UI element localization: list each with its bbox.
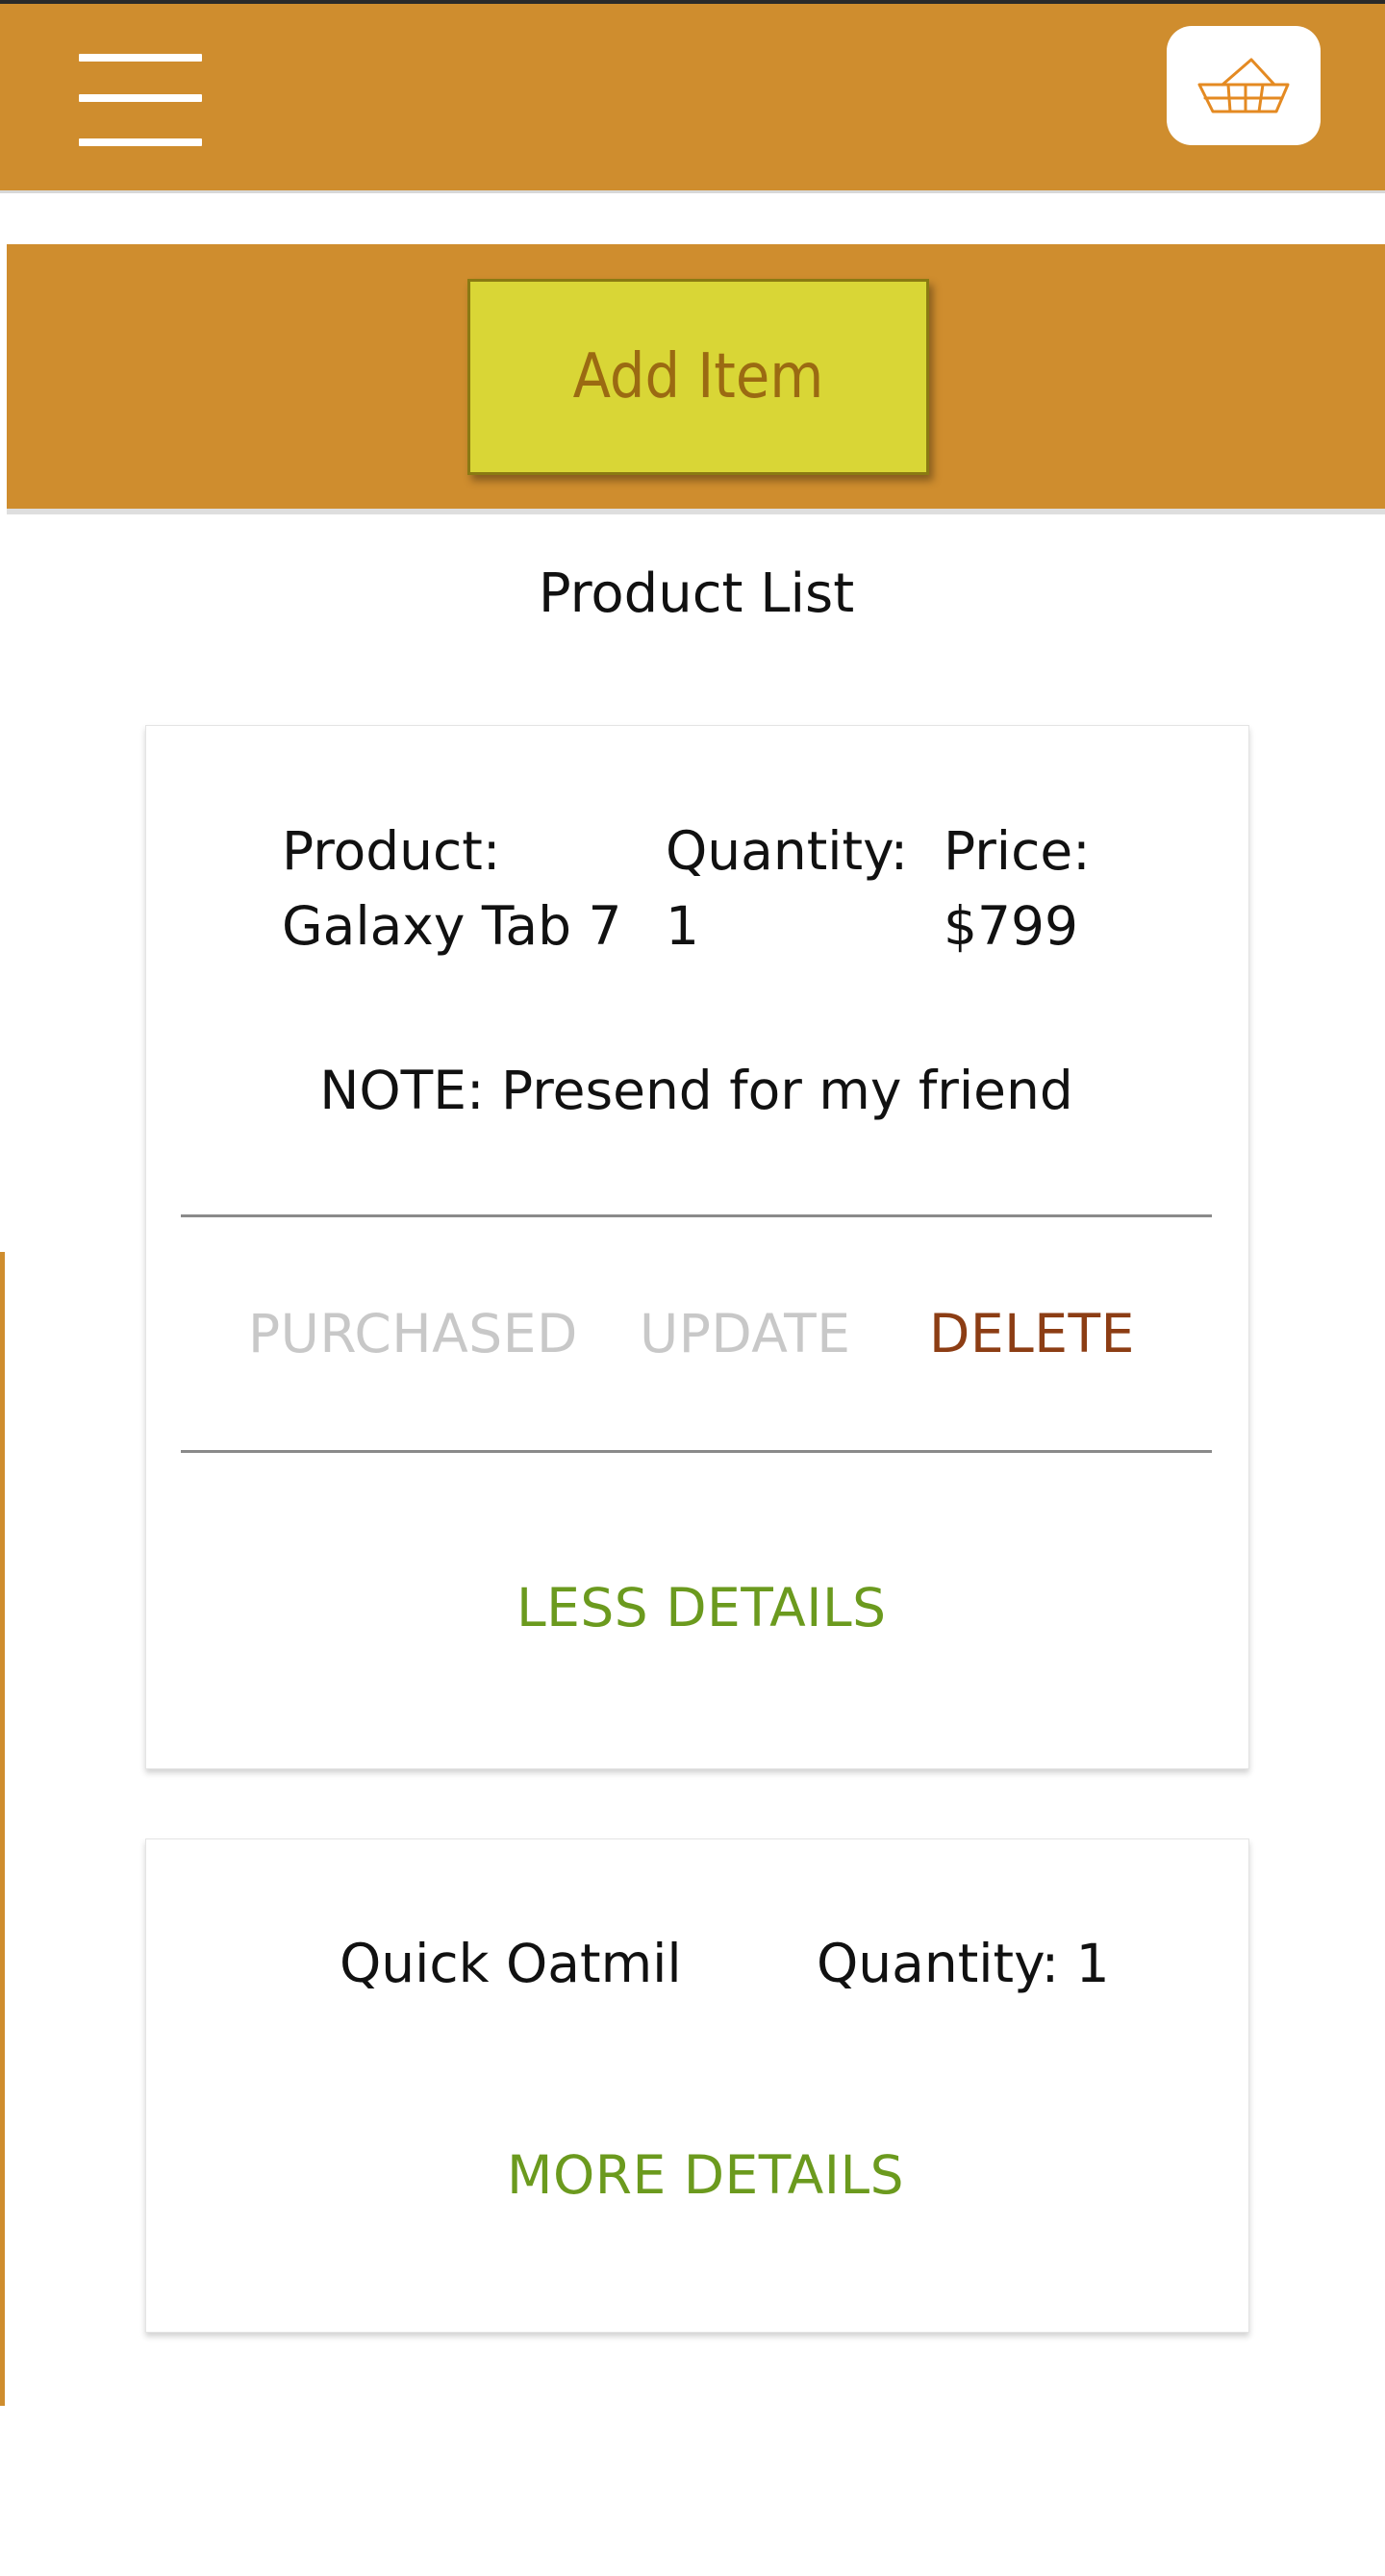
update-button[interactable]: UPDATE xyxy=(640,1303,851,1364)
purchased-button[interactable]: PURCHASED xyxy=(248,1303,578,1364)
app-header xyxy=(0,4,1385,190)
delete-button[interactable]: DELETE xyxy=(929,1303,1135,1364)
product-name: Quick Oatmil xyxy=(340,1933,682,1994)
product-name: Galaxy Tab 7 xyxy=(282,895,622,957)
header-shadow xyxy=(0,190,1385,193)
quantity-text: Quantity: 1 xyxy=(817,1933,1110,1994)
page-title: Product List xyxy=(538,563,855,625)
cart-button[interactable] xyxy=(1167,26,1321,145)
quantity-value: 1 xyxy=(666,895,699,957)
basket-icon xyxy=(1197,58,1290,113)
price-label: Price: xyxy=(944,820,1091,882)
add-item-button[interactable]: Add Item xyxy=(467,279,929,475)
banner-shadow xyxy=(7,509,1385,514)
divider xyxy=(181,1450,1212,1453)
product-note: NOTE: Presend for my friend xyxy=(319,1060,1073,1121)
product-card xyxy=(145,1838,1249,2333)
hamburger-menu-icon[interactable] xyxy=(79,54,202,146)
more-details-button[interactable]: MORE DETAILS xyxy=(507,2144,904,2206)
side-drawer-edge xyxy=(0,1252,5,2406)
divider xyxy=(181,1214,1212,1217)
quantity-label: Quantity: xyxy=(666,820,909,882)
product-label: Product: xyxy=(282,820,501,882)
price-value: $799 xyxy=(944,895,1078,957)
less-details-button[interactable]: LESS DETAILS xyxy=(516,1577,887,1638)
